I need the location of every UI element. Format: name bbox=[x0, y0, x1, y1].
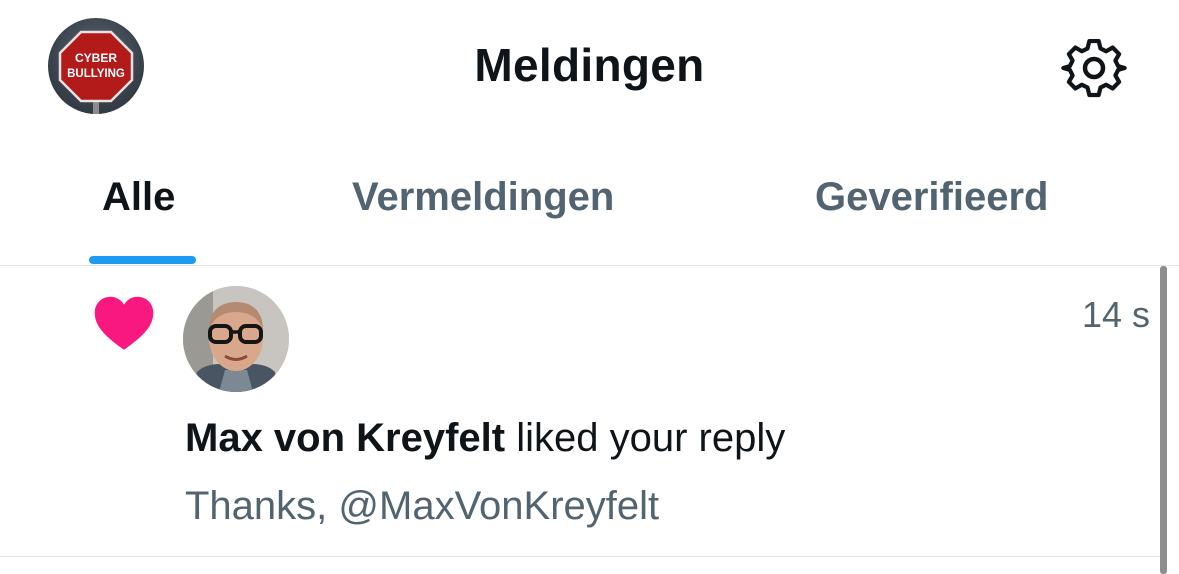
gear-icon bbox=[1061, 38, 1127, 98]
user-avatar[interactable] bbox=[183, 286, 289, 392]
tab-bar: Alle Vermeldingen Geverifieerd bbox=[0, 135, 1179, 266]
notification-user-name[interactable]: Max von Kreyfelt bbox=[185, 416, 505, 460]
tab-alle[interactable]: Alle bbox=[102, 175, 175, 220]
settings-button[interactable] bbox=[1058, 36, 1130, 100]
heart-icon bbox=[94, 296, 154, 350]
notification-item[interactable]: 14 s Max von Kreyfelt liked your reply T… bbox=[0, 266, 1162, 557]
tab-geverifieerd[interactable]: Geverifieerd bbox=[815, 175, 1048, 220]
reply-preview-text: Thanks, @MaxVonKreyfelt bbox=[185, 484, 660, 528]
app-header: CYBER BULLYING Meldingen bbox=[0, 0, 1179, 135]
scrollbar[interactable] bbox=[1160, 266, 1167, 574]
page-title: Meldingen bbox=[474, 39, 705, 91]
user-photo bbox=[183, 286, 289, 392]
notification-action: liked your reply bbox=[516, 416, 786, 460]
active-tab-indicator bbox=[89, 256, 196, 264]
tab-vermeldingen[interactable]: Vermeldingen bbox=[352, 175, 614, 220]
notification-timestamp: 14 s bbox=[1081, 294, 1150, 335]
notification-text: Max von Kreyfelt liked your reply bbox=[185, 416, 785, 461]
